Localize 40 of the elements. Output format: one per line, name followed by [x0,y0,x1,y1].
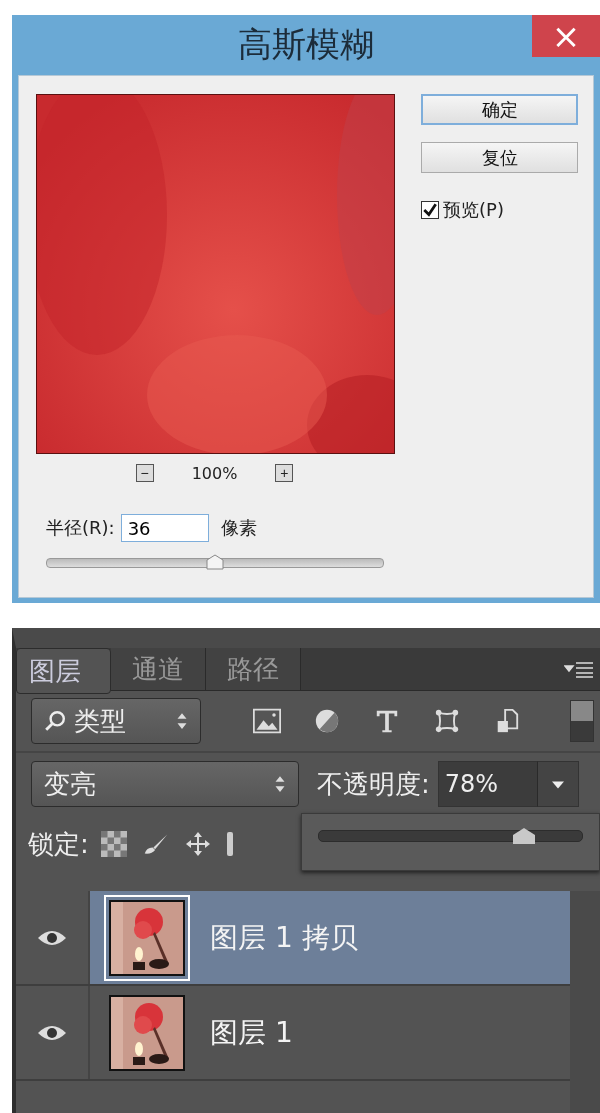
opacity-field[interactable]: 78% [437,761,537,807]
radius-field[interactable]: 36 [120,514,209,542]
unit-label: 像素 [220,516,257,540]
layer-row[interactable]: 图层 1 拷贝 [16,891,570,986]
zoom-out-button[interactable]: − [135,464,154,482]
menu-icon[interactable] [564,659,594,679]
opacity-label: 不透明度: [317,767,430,801]
opacity-slider[interactable] [318,830,583,842]
lock-icon[interactable] [226,832,233,856]
lock-label: 锁定: [28,827,89,861]
move-icon[interactable] [184,831,211,857]
radius-label: 半径(R): [46,516,115,540]
layer-name: 图层 1 拷贝 [210,919,358,956]
image-icon[interactable] [253,708,281,734]
adjustment-icon[interactable] [313,708,341,734]
zoom-in-button[interactable]: + [275,464,294,482]
panel-tab[interactable]: 路径 [206,648,301,690]
dialog-button[interactable]: 确定 [421,94,578,125]
checkerboard-icon[interactable] [100,831,127,857]
panel-tab[interactable]: 图层 [16,648,111,694]
dropdown-button[interactable] [536,761,579,807]
up-down-arrows-icon [176,712,188,730]
window-title: 高斯模糊 [238,23,374,66]
caret-icon [551,780,564,789]
layer-row[interactable]: 图层 1 [16,986,570,1081]
filter-dropdown[interactable]: 类型 [31,698,201,744]
search-icon [44,710,66,732]
panel-tab[interactable]: 通道 [111,648,206,690]
up-down-arrows-icon [274,775,286,793]
preview-label: 预览(P) [443,198,504,222]
layer-name: 图层 1 [210,1014,293,1051]
checkbox[interactable] [421,201,439,219]
blend-mode-dropdown[interactable]: 变亮 [31,761,299,807]
zoom-level: 100% [191,463,238,483]
close-button[interactable]: × [532,15,600,57]
slider-thumb[interactable] [512,827,537,845]
shape-icon[interactable] [433,708,461,734]
dialog-button[interactable]: 复位 [421,142,578,173]
filter-toggle[interactable] [570,700,594,742]
slider-thumb[interactable] [206,554,224,570]
